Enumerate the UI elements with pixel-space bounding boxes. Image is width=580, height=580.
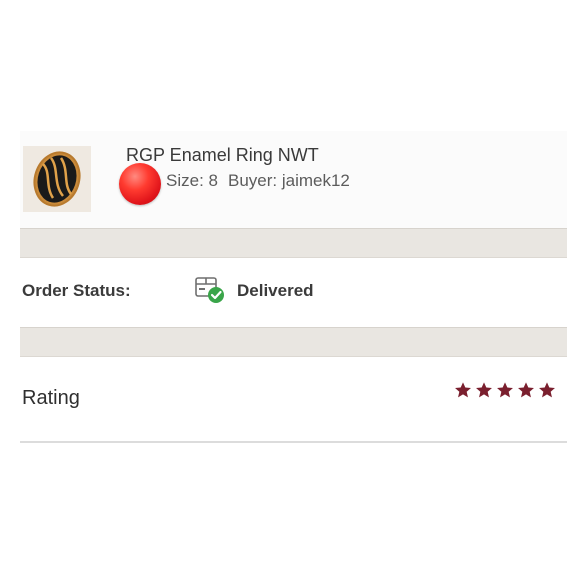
section-divider: [20, 228, 567, 258]
item-size: Size: 8: [166, 171, 218, 190]
item-thumbnail[interactable]: [23, 146, 91, 212]
notification-dot: [119, 163, 161, 205]
ring-image-icon: [23, 146, 91, 212]
star-icon: [517, 381, 535, 399]
order-status-label: Order Status:: [22, 281, 131, 300]
star-icon: [496, 381, 514, 399]
item-meta: Size: 8 Buyer: jaimek12: [166, 171, 350, 191]
item-row[interactable]: RGP Enamel Ring NWT Size: 8 Buyer: jaimek…: [20, 131, 567, 228]
star-icon: [454, 381, 472, 399]
order-status-value: Delivered: [237, 281, 314, 300]
star-icon: [538, 381, 556, 399]
section-divider: [20, 327, 567, 357]
star-rating: [454, 381, 559, 403]
package-delivered-icon: [193, 274, 227, 304]
order-status-row: Order Status: Delivered: [20, 258, 567, 327]
rating-label: Rating: [22, 387, 80, 409]
item-title[interactable]: RGP Enamel Ring NWT: [126, 145, 319, 166]
star-icon: [475, 381, 493, 399]
rating-row: Rating: [20, 357, 567, 443]
order-card: RGP Enamel Ring NWT Size: 8 Buyer: jaimek…: [20, 131, 567, 443]
item-buyer: Buyer: jaimek12: [227, 171, 350, 190]
